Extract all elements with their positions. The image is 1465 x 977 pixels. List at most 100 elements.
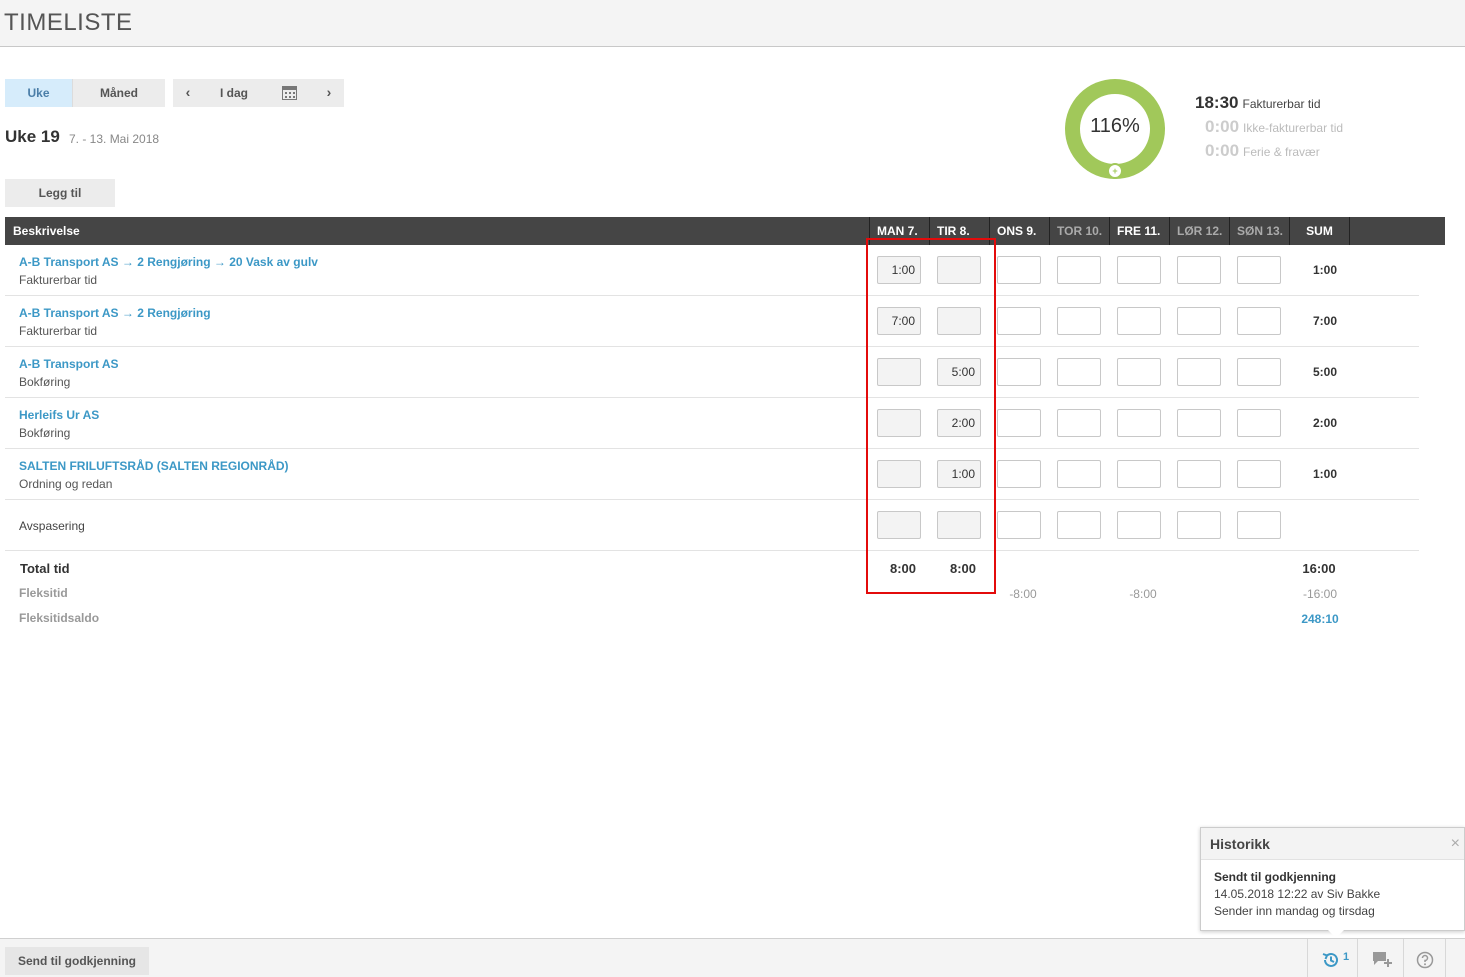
hours-input-tue[interactable]: 1:00 — [937, 460, 981, 488]
calendar-icon[interactable] — [282, 86, 297, 100]
row-project-link[interactable]: A-B Transport AS → 2 Rengjøring → 20 Vas… — [19, 255, 318, 269]
hours-input-thu[interactable] — [1057, 460, 1101, 488]
hours-input-thu[interactable] — [1057, 511, 1101, 539]
flex-label: Fleksitid — [19, 586, 68, 600]
week-label: Uke 19 — [5, 127, 60, 146]
hours-input-fri[interactable] — [1117, 460, 1161, 488]
footer-divider — [1445, 939, 1465, 977]
row-project-link[interactable]: Herleifs Ur AS — [19, 408, 99, 422]
hours-input-fri[interactable] — [1117, 307, 1161, 335]
hours-input-fri[interactable] — [1117, 358, 1161, 386]
flex-wed: -8:00 — [1009, 587, 1037, 601]
hours-input-thu[interactable] — [1057, 307, 1101, 335]
description-header: Beskrivelse — [13, 224, 80, 238]
hours-input-sat[interactable] — [1177, 409, 1221, 437]
row-project-link[interactable]: A-B Transport AS → 2 Rengjøring — [19, 306, 211, 320]
today-button[interactable]: I dag — [209, 79, 259, 107]
hours-input-mon[interactable] — [877, 409, 921, 437]
add-row-button[interactable]: Legg til — [5, 179, 115, 207]
add-comment-button[interactable] — [1357, 939, 1403, 977]
hours-input-sat[interactable] — [1177, 256, 1221, 284]
hours-input-fri[interactable] — [1117, 256, 1161, 284]
close-icon[interactable]: × — [1451, 836, 1460, 852]
hours-input-fri[interactable] — [1117, 511, 1161, 539]
hours-input-mon[interactable] — [877, 511, 921, 539]
row-sum: 1:00 — [1312, 467, 1338, 481]
day-header-mon: MAN 7. — [869, 217, 929, 245]
hours-input-tue[interactable] — [937, 256, 981, 284]
hours-input-thu[interactable] — [1057, 256, 1101, 284]
vacation-label: Ferie & fravær — [1243, 145, 1320, 159]
history-icon — [1322, 952, 1338, 967]
hours-input-wed[interactable] — [997, 460, 1041, 488]
help-button[interactable] — [1403, 939, 1445, 977]
hours-input-sun[interactable] — [1237, 511, 1281, 539]
table-row: Herleifs Ur AS Bokføring 2:00 2:00 — [5, 398, 1419, 449]
row-sum: 1:00 — [1312, 263, 1338, 277]
table-row: Avspasering — [5, 500, 1419, 551]
hours-input-sat[interactable] — [1177, 307, 1221, 335]
nonbillable-time-label: Ikke-fakturerbar tid — [1243, 121, 1344, 135]
row-project-link[interactable]: SALTEN FRILUFTSRÅD (SALTEN REGIONRÅD) — [19, 459, 289, 473]
help-icon — [1416, 951, 1434, 969]
row-activity: Fakturerbar tid — [19, 273, 98, 287]
hours-input-wed[interactable] — [997, 409, 1041, 437]
next-week-button[interactable]: › — [314, 79, 344, 107]
hours-input-wed[interactable] — [997, 307, 1041, 335]
row-sum: 2:00 — [1312, 416, 1338, 430]
hours-input-mon[interactable] — [877, 358, 921, 386]
flex-fri: -8:00 — [1129, 587, 1157, 601]
page-title: TIMELISTE — [4, 9, 133, 36]
table-row: A-B Transport AS Bokføring 5:00 5:00 — [5, 347, 1419, 398]
prev-week-button[interactable]: ‹ — [173, 79, 203, 107]
table-row: A-B Transport AS → 2 Rengjøring → 20 Vas… — [5, 245, 1419, 296]
total-mon: 8:00 — [889, 561, 917, 576]
hours-input-tue[interactable] — [937, 307, 981, 335]
hours-input-thu[interactable] — [1057, 409, 1101, 437]
hours-input-mon[interactable]: 7:00 — [877, 307, 921, 335]
hours-input-sat[interactable] — [1177, 358, 1221, 386]
hours-input-sun[interactable] — [1237, 307, 1281, 335]
hours-input-tue[interactable]: 5:00 — [937, 358, 981, 386]
hours-input-fri[interactable] — [1117, 409, 1161, 437]
week-view-button[interactable]: Uke — [5, 79, 72, 107]
plus-icon[interactable]: + — [1107, 163, 1123, 179]
hours-input-mon[interactable]: 1:00 — [877, 256, 921, 284]
total-sum: 16:00 — [1302, 561, 1336, 576]
day-header-sun: SØN 13. — [1229, 217, 1289, 245]
popup-arrow — [1328, 930, 1344, 938]
hours-input-sun[interactable] — [1237, 358, 1281, 386]
hours-input-sat[interactable] — [1177, 511, 1221, 539]
hours-input-tue[interactable] — [937, 511, 981, 539]
day-header-fri: FRE 11. — [1109, 217, 1169, 245]
history-popup-title: Historikk — [1210, 836, 1270, 852]
flex-balance-label: Fleksitidsaldo — [19, 611, 100, 625]
row-activity: Bokføring — [19, 426, 71, 440]
total-label: Total tid — [20, 561, 70, 576]
hours-input-wed[interactable] — [997, 358, 1041, 386]
history-meta: 14.05.2018 12:22 av Siv Bakke — [1214, 887, 1381, 901]
flex-balance-value[interactable]: 248:10 — [1295, 612, 1345, 626]
row-activity: Bokføring — [19, 375, 71, 389]
month-view-button[interactable]: Måned — [72, 79, 165, 107]
hours-input-thu[interactable] — [1057, 358, 1101, 386]
hours-input-sat[interactable] — [1177, 460, 1221, 488]
view-toggle: Uke Måned — [5, 79, 165, 107]
billable-time-label: Fakturerbar tid — [1242, 97, 1321, 111]
day-header-thu: TOR 10. — [1049, 217, 1109, 245]
billable-time-stat: 18:30 Fakturerbar tid — [1195, 93, 1321, 113]
hours-input-sun[interactable] — [1237, 256, 1281, 284]
hours-input-sun[interactable] — [1237, 460, 1281, 488]
total-tue: 8:00 — [949, 561, 977, 576]
send-for-approval-button[interactable]: Send til godkjenning — [5, 947, 149, 975]
nonbillable-time-stat: 0:00 Ikke-fakturerbar tid — [1205, 117, 1343, 137]
row-activity: Avspasering — [19, 519, 85, 533]
hours-input-wed[interactable] — [997, 256, 1041, 284]
hours-input-sun[interactable] — [1237, 409, 1281, 437]
history-button[interactable] — [1307, 939, 1357, 977]
hours-input-tue[interactable]: 2:00 — [937, 409, 981, 437]
row-project-link[interactable]: A-B Transport AS — [19, 357, 119, 371]
hours-input-mon[interactable] — [877, 460, 921, 488]
sum-header: SUM — [1289, 217, 1349, 245]
hours-input-wed[interactable] — [997, 511, 1041, 539]
